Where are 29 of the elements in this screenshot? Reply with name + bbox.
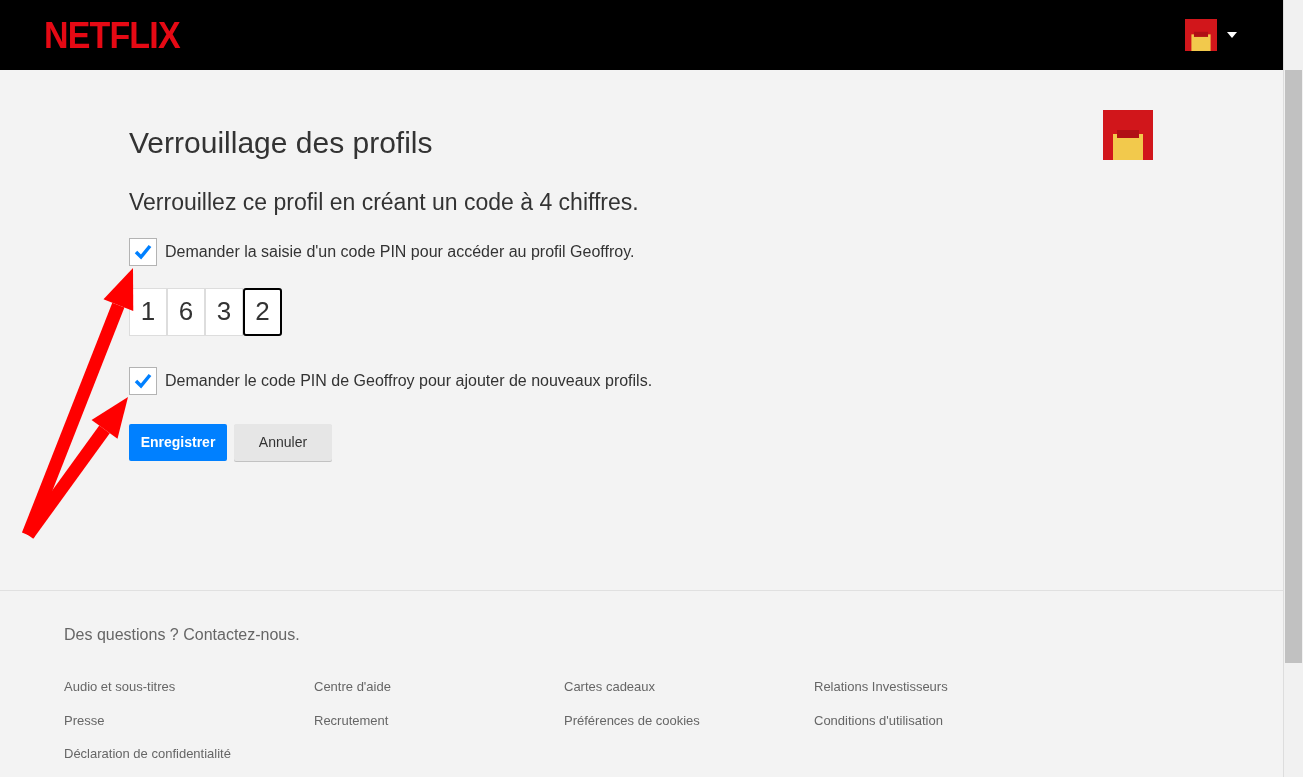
save-button[interactable]: Enregistrer [129, 423, 227, 461]
footer-link[interactable]: Cartes cadeaux [564, 677, 656, 697]
checkbox[interactable] [129, 237, 157, 266]
checkbox-label: Demander la saisie d'un code PIN pour accéder au profil Geoffroy. [165, 241, 635, 262]
logo[interactable]: NETFLIX [44, 6, 180, 64]
pin-digit-field[interactable]: 2 [243, 287, 282, 336]
profile-avatar[interactable] [1103, 110, 1153, 160]
scrollbar[interactable] [1283, 0, 1303, 777]
cancel-button[interactable]: Annuler [234, 423, 332, 461]
check-icon [134, 243, 152, 260]
footer-link[interactable]: Préférences de cookies [564, 710, 700, 730]
caret-icon[interactable] [1227, 32, 1237, 38]
profile-avatar[interactable] [1185, 19, 1217, 51]
pin-digit-field[interactable]: 3 [205, 287, 243, 336]
footer-link[interactable]: Centre d'aide [314, 677, 391, 697]
contact-text[interactable]: Des questions ? Contactez-nous. [64, 623, 1283, 647]
pin-digit-field[interactable]: 6 [167, 287, 205, 336]
checkbox[interactable] [129, 366, 157, 395]
footer-link[interactable]: Recrutement [314, 710, 389, 730]
footer-link[interactable]: Déclaration de confidentialité [64, 744, 231, 764]
pin-digit-field[interactable]: 1 [129, 287, 167, 336]
footer-link[interactable]: Audio et sous-titres [64, 677, 176, 697]
checkbox-label: Demander le code PIN de Geoffroy pour ajouter de nouveaux profils. [165, 370, 653, 391]
page-title: Verrouillage des profils [129, 125, 433, 161]
page-subtitle: Verrouillez ce profil en créant un code à 4 chiffres. [129, 188, 640, 217]
footer-link[interactable]: Presse [64, 710, 105, 730]
footer-link[interactable]: Relations Investisseurs [814, 677, 948, 697]
check-icon [134, 372, 152, 389]
footer-link[interactable]: Conditions d'utilisation [814, 710, 943, 730]
